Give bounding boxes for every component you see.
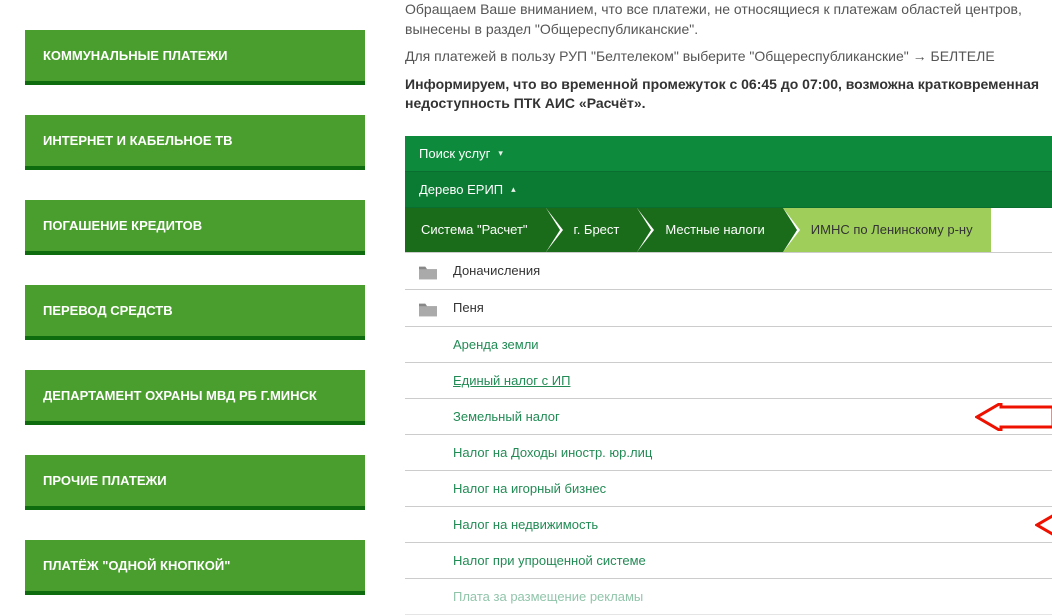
notice-text-1: Обращаем Ваше вниманием, что все платежи… <box>405 0 1052 39</box>
sidebar-item-label: ДЕПАРТАМЕНТ ОХРАНЫ МВД РБ Г.МИНСК <box>43 388 317 403</box>
list-item[interactable]: Единый налог с ИП <box>405 363 1052 399</box>
service-list: Доначисления Пеня Аренда земли Единый на… <box>405 252 1052 615</box>
sidebar-item-internet[interactable]: ИНТЕРНЕТ И КАБЕЛЬНОЕ ТВ <box>25 115 365 170</box>
list-item[interactable]: Налог при упрощенной системе <box>405 543 1052 579</box>
list-item[interactable]: Налог на Доходы иностр. юр.лиц <box>405 435 1052 471</box>
service-link[interactable]: Единый налог с ИП <box>453 373 570 388</box>
list-item[interactable]: Налог на игорный бизнес <box>405 471 1052 507</box>
service-link[interactable]: Налог на недвижимость <box>453 517 598 532</box>
folder-icon <box>417 263 439 279</box>
breadcrumb-system[interactable]: Система "Расчет" <box>405 208 546 252</box>
list-item[interactable]: Плата за размещение рекламы <box>405 579 1052 615</box>
sidebar-item-loans[interactable]: ПОГАШЕНИЕ КРЕДИТОВ <box>25 200 365 255</box>
sidebar-item-label: ПЕРЕВОД СРЕДСТВ <box>43 303 173 318</box>
panel-label: Поиск услуг <box>419 146 490 161</box>
sidebar-item-label: ПРОЧИЕ ПЛАТЕЖИ <box>43 473 167 488</box>
sidebar-item-label: КОММУНАЛЬНЫЕ ПЛАТЕЖИ <box>43 48 228 63</box>
sidebar-item-label: ПЛАТЁЖ "ОДНОЙ КНОПКОЙ" <box>43 558 230 573</box>
list-item[interactable]: Земельный налог <box>405 399 1052 435</box>
service-link[interactable]: Земельный налог <box>453 409 560 424</box>
sidebar-item-label: ИНТЕРНЕТ И КАБЕЛЬНОЕ ТВ <box>43 133 233 148</box>
service-link[interactable]: Аренда земли <box>453 337 539 352</box>
sidebar-item-other[interactable]: ПРОЧИЕ ПЛАТЕЖИ <box>25 455 365 510</box>
sidebar-item-one-click[interactable]: ПЛАТЁЖ "ОДНОЙ КНОПКОЙ" <box>25 540 365 595</box>
accordion: Поиск услуг ▾ Дерево ЕРИП ▴ Система "Рас… <box>405 136 1052 615</box>
folder-row[interactable]: Доначисления <box>405 253 1052 290</box>
folder-row[interactable]: Пеня <box>405 290 1052 327</box>
notice-text-2: Для платежей в пользу РУП "Белтелеком" в… <box>405 47 1052 67</box>
service-link[interactable]: Налог при упрощенной системе <box>453 553 646 568</box>
service-link[interactable]: Налог на Доходы иностр. юр.лиц <box>453 445 652 460</box>
list-item[interactable]: Аренда земли <box>405 327 1052 363</box>
sidebar: КОММУНАЛЬНЫЕ ПЛАТЕЖИ ИНТЕРНЕТ И КАБЕЛЬНО… <box>25 0 365 615</box>
sidebar-item-security-dept[interactable]: ДЕПАРТАМЕНТ ОХРАНЫ МВД РБ Г.МИНСК <box>25 370 365 425</box>
folder-icon <box>417 300 439 316</box>
panel-search-services[interactable]: Поиск услуг ▾ <box>405 136 1052 172</box>
sidebar-item-utilities[interactable]: КОММУНАЛЬНЫЕ ПЛАТЕЖИ <box>25 30 365 85</box>
chevron-down-icon: ▾ <box>498 148 502 159</box>
sidebar-item-label: ПОГАШЕНИЕ КРЕДИТОВ <box>43 218 202 233</box>
folder-label: Доначисления <box>453 263 540 278</box>
main-content: Обращаем Ваше вниманием, что все платежи… <box>405 0 1052 615</box>
breadcrumb-imns[interactable]: ИМНС по Ленинскому р-ну <box>783 208 991 252</box>
service-link[interactable]: Плата за размещение рекламы <box>453 589 643 604</box>
folder-label: Пеня <box>453 300 484 315</box>
panel-label: Дерево ЕРИП <box>419 182 503 197</box>
service-link[interactable]: Налог на игорный бизнес <box>453 481 606 496</box>
list-item[interactable]: Налог на недвижимость <box>405 507 1052 543</box>
panel-erip-tree[interactable]: Дерево ЕРИП ▴ <box>405 172 1052 208</box>
chevron-up-icon: ▴ <box>511 184 515 195</box>
breadcrumb-taxes[interactable]: Местные налоги <box>637 208 782 252</box>
sidebar-item-transfer[interactable]: ПЕРЕВОД СРЕДСТВ <box>25 285 365 340</box>
breadcrumb: Система "Расчет" г. Брест Местные налоги… <box>405 208 1052 252</box>
notice-bold: Информируем, что во временной промежуток… <box>405 75 1052 114</box>
